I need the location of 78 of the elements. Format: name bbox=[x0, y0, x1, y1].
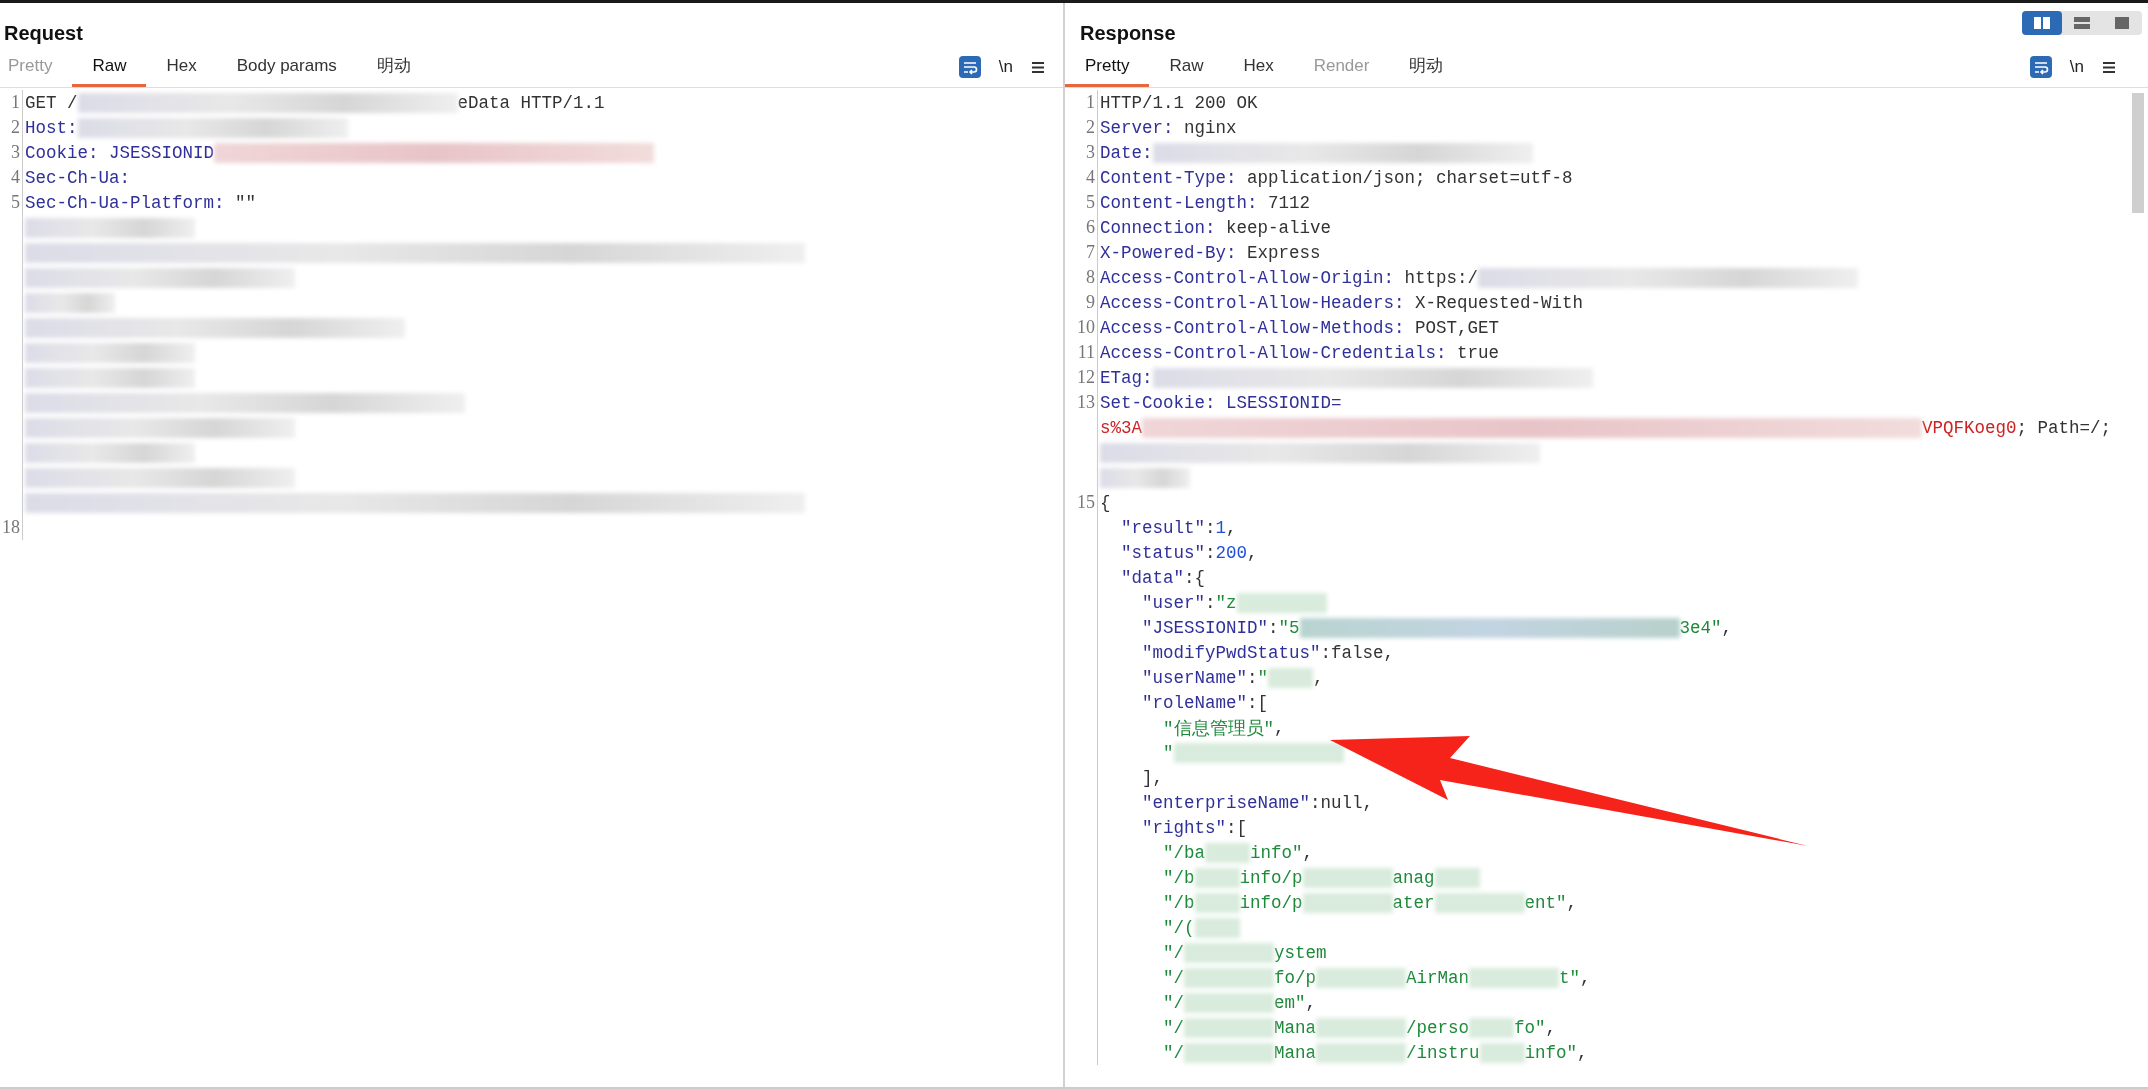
rows-icon bbox=[2073, 16, 2091, 30]
columns-icon bbox=[2033, 16, 2051, 30]
code-line: Access-Control-Allow-Methods: POST,GET bbox=[1099, 316, 1500, 340]
code-line: "信息管理员", bbox=[1162, 716, 1285, 740]
line-number: 8 bbox=[1086, 267, 1095, 287]
code-line: ], bbox=[1141, 766, 1163, 790]
code-line: ETag: bbox=[1098, 365, 1593, 390]
line-number: 5 bbox=[1086, 192, 1095, 212]
word-wrap-icon[interactable] bbox=[2029, 56, 2052, 78]
code-line: Sec-Ch-Ua-Platform: "" bbox=[24, 191, 257, 215]
single-pane-icon bbox=[2113, 16, 2131, 30]
panel-title: Response bbox=[1080, 22, 1176, 46]
line-number: 3 bbox=[1086, 142, 1095, 162]
menu-icon[interactable] bbox=[1031, 60, 1045, 74]
line-number: 10 bbox=[1077, 317, 1095, 337]
tab[interactable]: Body params bbox=[216, 47, 357, 87]
code-line: "result":1, bbox=[1120, 516, 1237, 540]
code-line: "enterpriseName":null, bbox=[1141, 791, 1374, 815]
line-number: 5 bbox=[11, 192, 20, 212]
code-line: "/ Mana /instru info", bbox=[1162, 1041, 1588, 1065]
line-number: 13 bbox=[1077, 392, 1095, 412]
tab[interactable]: 明动 bbox=[1389, 47, 1464, 87]
code-line: GET / eData HTTP/1.1 bbox=[24, 91, 605, 115]
code-line: Host: bbox=[23, 115, 348, 140]
code-line: "userName":" , bbox=[1141, 666, 1324, 690]
line-number: 15 bbox=[1077, 492, 1095, 512]
panel-title: Request bbox=[4, 22, 83, 46]
tab[interactable]: Hex bbox=[1223, 47, 1294, 87]
tab[interactable]: Pretty bbox=[1065, 47, 1150, 87]
line-number: 1 bbox=[1086, 92, 1095, 112]
code-line: Access-Control-Allow-Headers: X-Requested-With bbox=[1099, 291, 1584, 315]
line-number: 4 bbox=[1086, 167, 1095, 187]
line-number: 7 bbox=[1086, 242, 1095, 262]
line-number: 1 bbox=[11, 92, 20, 112]
line-number: 12 bbox=[1077, 367, 1095, 387]
line-number: 4 bbox=[11, 167, 20, 187]
code-line: HTTP/1.1 200 OK bbox=[1099, 91, 1258, 115]
line-number: 11 bbox=[1077, 342, 1095, 362]
code-line: { bbox=[1099, 491, 1111, 515]
tab[interactable]: Raw bbox=[72, 47, 147, 87]
word-wrap-icon[interactable] bbox=[958, 56, 981, 78]
newline-toggle[interactable]: \n bbox=[998, 57, 1013, 77]
line-number: 6 bbox=[1086, 217, 1095, 237]
code-line: "data":{ bbox=[1120, 566, 1206, 590]
code-line: "/ba info", bbox=[1162, 841, 1314, 865]
code-line: "/( bbox=[1098, 915, 1240, 940]
newline-toggle[interactable]: \n bbox=[2069, 57, 2084, 77]
code-line: "/ ystem bbox=[1162, 941, 1327, 965]
code-line: Access-Control-Allow-Origin: https:/ bbox=[1098, 265, 1859, 290]
code-line: "status":200, bbox=[1120, 541, 1258, 565]
code-line: Date: bbox=[1098, 140, 1533, 165]
code-line: "/b info/p ater ent", bbox=[1162, 891, 1578, 915]
code-line: "roleName":[ bbox=[1141, 691, 1269, 715]
code-line: Cookie: JSESSIONID bbox=[23, 140, 655, 165]
line-number: 9 bbox=[1086, 292, 1095, 312]
code-line: "/ Mana /perso fo", bbox=[1162, 1016, 1557, 1040]
tab[interactable]: 明动 bbox=[356, 47, 431, 87]
line-number: 2 bbox=[11, 117, 20, 137]
code-line: Content-Length: 7112 bbox=[1099, 191, 1311, 215]
tab[interactable]: Raw bbox=[1149, 47, 1224, 87]
code-line: Content-Type: application/json; charset=utf-8 bbox=[1099, 166, 1573, 190]
menu-icon[interactable] bbox=[2102, 60, 2116, 74]
line-number: 18 bbox=[2, 517, 20, 537]
code-line: "rights":[ bbox=[1141, 816, 1248, 840]
line-number: 2 bbox=[1086, 117, 1095, 137]
line-number: 3 bbox=[11, 142, 20, 162]
code-line: Access-Control-Allow-Credentials: true bbox=[1099, 341, 1500, 365]
code-line: Set-Cookie: LSESSIONID= bbox=[1099, 391, 1342, 415]
code-line: "/ fo/p AirMan t", bbox=[1162, 966, 1591, 990]
code-line: "user":"z bbox=[1098, 590, 1327, 615]
tab[interactable]: Hex bbox=[146, 47, 217, 87]
code-line: "/b info/p anag bbox=[1098, 865, 1480, 890]
code-line: Sec-Ch-Ua: bbox=[24, 166, 131, 190]
layout-button[interactable] bbox=[2022, 11, 2062, 35]
code-line: Server: nginx bbox=[1099, 116, 1237, 140]
code-line: X-Powered-By: Express bbox=[1099, 241, 1321, 265]
code-line: Connection: keep-alive bbox=[1099, 216, 1332, 240]
code-line: "modifyPwdStatus":false, bbox=[1141, 641, 1395, 665]
